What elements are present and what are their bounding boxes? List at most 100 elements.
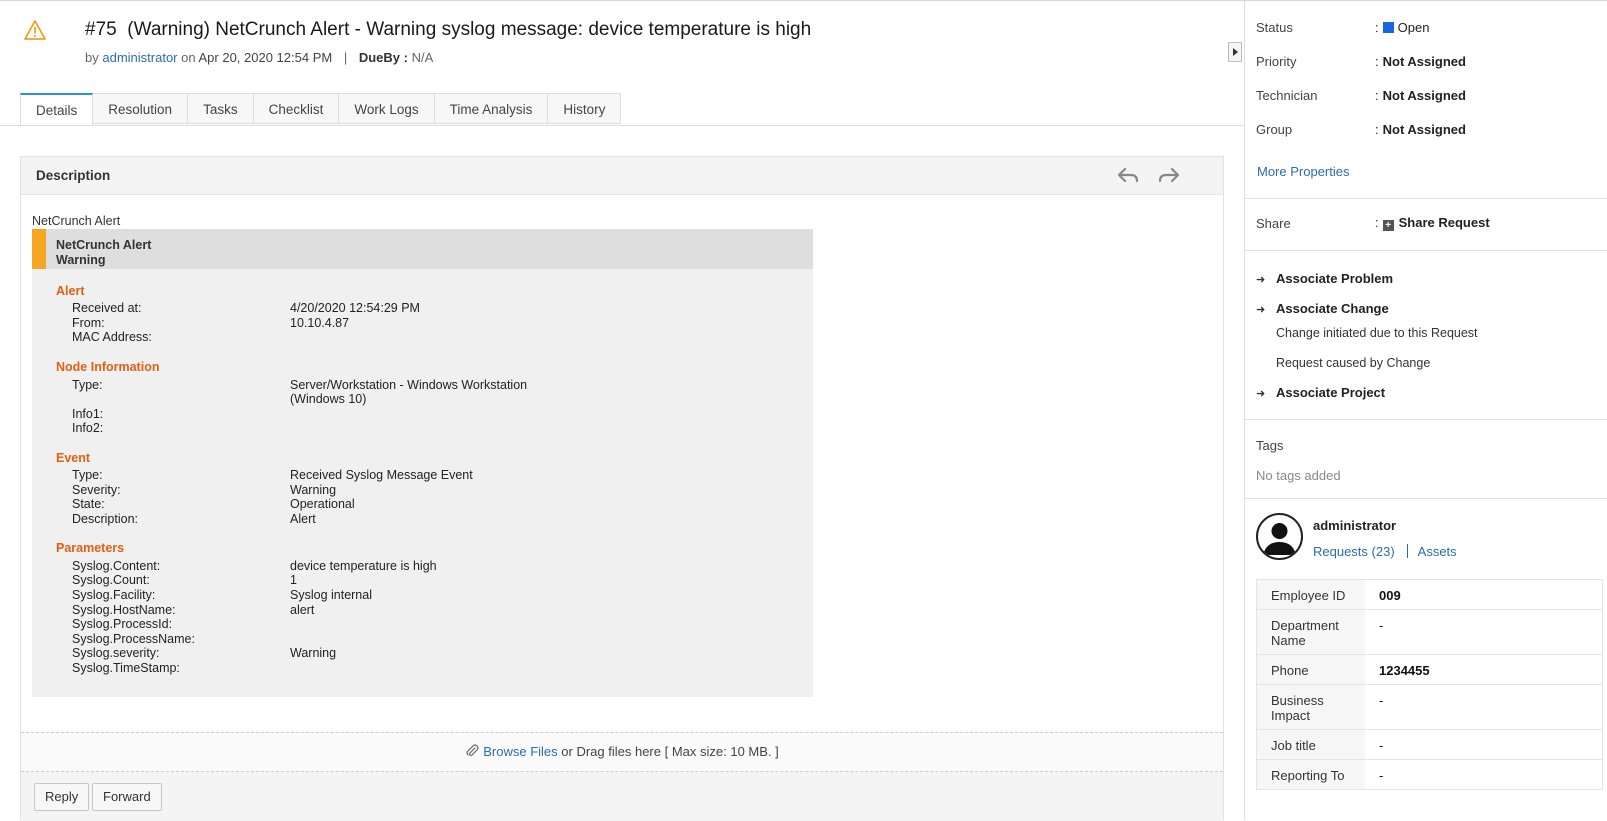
- tab-details[interactable]: Details: [20, 93, 94, 126]
- info-value: -: [1379, 768, 1384, 783]
- on-label: on: [181, 50, 196, 65]
- tab-time-analysis[interactable]: Time Analysis: [434, 93, 549, 124]
- change-initiated-link[interactable]: Change initiated due to this Request: [1276, 326, 1478, 340]
- status-label: Status: [1256, 20, 1293, 35]
- tab-checklist[interactable]: Checklist: [253, 93, 340, 124]
- field-key: Type:: [72, 468, 103, 482]
- section-node-title: Node Information: [56, 360, 160, 374]
- info-value: -: [1379, 693, 1384, 708]
- priority-value[interactable]: : Not Assigned: [1375, 54, 1466, 69]
- field-row: Syslog.Facility: Syslog internal: [72, 588, 372, 602]
- status-color-icon: [1382, 22, 1394, 33]
- info-row: Business Impact -: [1257, 685, 1602, 730]
- requests-link[interactable]: Requests (23): [1313, 544, 1395, 559]
- field-row: MAC Address:: [72, 330, 290, 344]
- collapse-sidebar-button[interactable]: [1228, 42, 1242, 62]
- field-value: Alert: [290, 512, 316, 526]
- requester-link[interactable]: administrator: [102, 50, 177, 65]
- requester-info-table: Employee ID 009 Department Name - Phone 123…: [1256, 579, 1603, 790]
- assets-link[interactable]: Assets: [1418, 544, 1457, 559]
- field-value: Syslog internal: [290, 588, 372, 602]
- more-properties-link[interactable]: More Properties: [1257, 164, 1349, 179]
- browse-files-link[interactable]: Browse Files: [483, 744, 557, 759]
- link-separator: [1406, 544, 1408, 558]
- tags-empty-text: No tags added: [1256, 468, 1341, 483]
- tab-work-logs[interactable]: Work Logs: [339, 93, 435, 124]
- colon: :: [1375, 215, 1379, 230]
- field-row: Received at: 4/20/2020 12:54:29 PM: [72, 301, 420, 315]
- user-avatar-icon: [1256, 513, 1303, 560]
- tab-tasks[interactable]: Tasks: [188, 93, 254, 124]
- field-key: Syslog.ProcessId:: [72, 617, 173, 631]
- paperclip-icon: [466, 744, 479, 757]
- info-key: Business Impact: [1257, 685, 1365, 729]
- field-key: Syslog.HostName:: [72, 603, 176, 617]
- alert-header: NetCrunch Alert Warning: [32, 229, 813, 269]
- request-caused-link[interactable]: Request caused by Change: [1276, 356, 1430, 370]
- dueby-value: N/A: [411, 50, 434, 65]
- info-row: Department Name -: [1257, 610, 1602, 655]
- associate-problem-text: Associate Problem: [1276, 271, 1394, 286]
- associate-problem-link[interactable]: ➜ Associate Problem: [1256, 271, 1393, 286]
- info-value: -: [1379, 618, 1384, 633]
- field-key: Info2:: [72, 421, 104, 435]
- forward-arrow-icon[interactable]: [1158, 166, 1180, 184]
- reply-actions-bar: Reply Forward: [21, 772, 1223, 821]
- description-header: Description: [21, 157, 1223, 195]
- alert-header-text: NetCrunch Alert Warning: [56, 238, 151, 268]
- technician-text: Not Assigned: [1382, 88, 1466, 103]
- created-date: Apr 20, 2020 12:54 PM: [198, 50, 333, 65]
- status-value[interactable]: : Open: [1375, 20, 1429, 35]
- tab-resolution[interactable]: Resolution: [93, 93, 189, 124]
- field-key: Received at:: [72, 301, 142, 315]
- alert-content: NetCrunch Alert Warning Alert Received a…: [32, 229, 813, 697]
- associate-project-text: Associate Project: [1276, 385, 1386, 400]
- properties-sidebar: Status : Open Priority : Not Assigned Tech…: [1244, 1, 1607, 820]
- tab-history[interactable]: History: [548, 93, 622, 124]
- associate-change-text: Associate Change: [1276, 301, 1389, 316]
- reply-button[interactable]: Reply: [34, 783, 90, 811]
- colon: :: [1375, 122, 1379, 137]
- ticket-number: #75: [85, 19, 117, 40]
- field-value: Received Syslog Message Event: [290, 468, 473, 482]
- field-value: Warning: [290, 646, 337, 660]
- alert-source: NetCrunch Alert: [56, 238, 152, 252]
- field-key: From:: [72, 316, 105, 330]
- info-key: Employee ID: [1257, 580, 1365, 609]
- by-label: by: [85, 50, 99, 65]
- share-label: Share: [1256, 216, 1291, 231]
- section-parameters-title: Parameters: [56, 541, 125, 555]
- reply-arrow-icon[interactable]: [1117, 166, 1139, 184]
- detail-tabs: Details Resolution Tasks Checklist Work …: [20, 93, 622, 126]
- requester-name: administrator: [1313, 518, 1397, 533]
- field-row: Severity: Warning: [72, 483, 336, 497]
- request-meta: by administrator on Apr 20, 2020 12:54 P…: [85, 50, 433, 65]
- share-text: Share Request: [1398, 215, 1490, 230]
- colon: :: [1375, 88, 1379, 103]
- share-request-button[interactable]: : + Share Request: [1375, 215, 1490, 231]
- info-value: 1234455: [1379, 663, 1430, 678]
- field-row: Info2:: [72, 421, 290, 435]
- forward-button[interactable]: Forward: [92, 783, 162, 811]
- warning-icon: [24, 20, 46, 40]
- person-icon: [1263, 523, 1296, 555]
- requester-links: Requests (23) Assets: [1313, 544, 1457, 559]
- field-key: Syslog.Content:: [72, 559, 161, 573]
- field-row: Description: Alert: [72, 512, 316, 526]
- field-key: Info1:: [72, 407, 104, 421]
- associate-change-link[interactable]: ➜ Associate Change: [1256, 301, 1389, 316]
- status-text: Open: [1397, 20, 1430, 35]
- info-value: 009: [1379, 588, 1401, 603]
- field-value: device temperature is high: [290, 559, 437, 573]
- technician-value[interactable]: : Not Assigned: [1375, 88, 1466, 103]
- description-title: Description: [36, 168, 111, 183]
- alert-level: Warning: [56, 253, 106, 267]
- field-row: Syslog.TimeStamp:: [72, 661, 290, 675]
- associate-project-link[interactable]: ➜ Associate Project: [1256, 385, 1385, 400]
- priority-text: Not Assigned: [1382, 54, 1466, 69]
- attachment-dropzone[interactable]: Browse Files or Drag files here [ Max si…: [21, 732, 1223, 772]
- field-key: Type:: [72, 378, 103, 392]
- description-intro: NetCrunch Alert: [32, 214, 121, 228]
- group-value[interactable]: : Not Assigned: [1375, 122, 1466, 137]
- field-value: 4/20/2020 12:54:29 PM: [290, 301, 420, 315]
